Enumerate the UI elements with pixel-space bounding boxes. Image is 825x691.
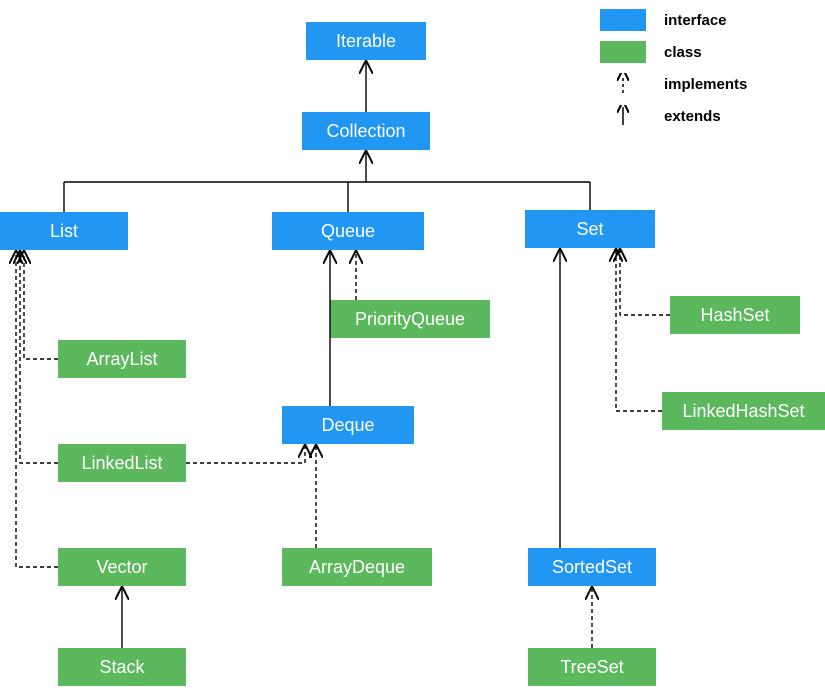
node-collection: Collection [302, 112, 430, 150]
legend-label-implements: implements [664, 76, 747, 93]
edge-vector-list [16, 253, 58, 567]
node-set: Set [525, 210, 655, 248]
legend: interface class implements extends [600, 6, 747, 134]
legend-swatch-class [600, 41, 646, 63]
node-label: Queue [321, 221, 375, 242]
edge-linkedlist-list [20, 253, 58, 463]
node-label: List [50, 221, 78, 242]
node-label: Iterable [336, 31, 396, 52]
legend-label-class: class [664, 44, 702, 61]
node-vector: Vector [58, 548, 186, 586]
node-label: Deque [321, 415, 374, 436]
node-label: TreeSet [560, 657, 623, 678]
node-treeset: TreeSet [528, 648, 656, 686]
node-label: SortedSet [552, 557, 632, 578]
node-sortedset: SortedSet [528, 548, 656, 586]
node-label: Stack [99, 657, 144, 678]
legend-interface: interface [600, 6, 747, 34]
node-label: Collection [326, 121, 405, 142]
legend-label-interface: interface [664, 12, 727, 29]
node-linkedlist: LinkedList [58, 444, 186, 482]
node-list: List [0, 212, 128, 250]
edge-linkedlist-deque [186, 447, 305, 463]
legend-swatch-interface [600, 9, 646, 31]
node-linkedhashset: LinkedHashSet [662, 392, 825, 430]
node-queue: Queue [272, 212, 424, 250]
node-priorityqueue: PriorityQueue [330, 300, 490, 338]
node-label: LinkedHashSet [682, 401, 804, 422]
node-stack: Stack [58, 648, 186, 686]
legend-line-extends [600, 105, 646, 127]
node-label: ArrayDeque [309, 557, 405, 578]
node-arraylist: ArrayList [58, 340, 186, 378]
node-label: Set [576, 219, 603, 240]
legend-extends: extends [600, 102, 747, 130]
node-label: Vector [96, 557, 147, 578]
node-label: PriorityQueue [355, 309, 465, 330]
node-arraydeque: ArrayDeque [282, 548, 432, 586]
node-label: LinkedList [81, 453, 162, 474]
node-iterable: Iterable [306, 22, 426, 60]
node-label: ArrayList [86, 349, 157, 370]
legend-line-implements [600, 73, 646, 95]
legend-class: class [600, 38, 747, 66]
node-hashset: HashSet [670, 296, 800, 334]
edge-arraylist-list [24, 253, 58, 359]
legend-label-extends: extends [664, 108, 721, 125]
node-label: HashSet [700, 305, 769, 326]
edge-linkedhashset-set [616, 251, 662, 411]
node-deque: Deque [282, 406, 414, 444]
edge-hashset-set [620, 251, 670, 315]
legend-implements: implements [600, 70, 747, 98]
